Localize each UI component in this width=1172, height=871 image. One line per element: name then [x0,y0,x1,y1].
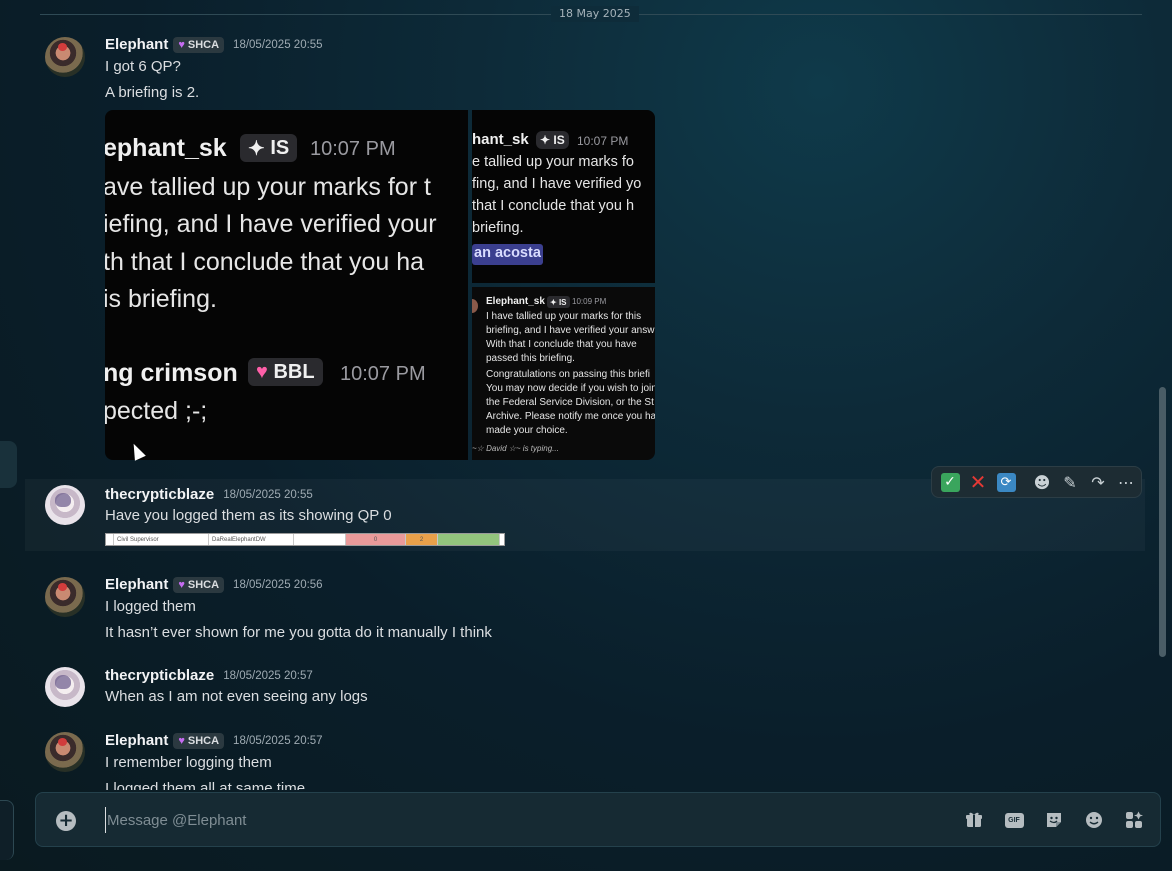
message[interactable]: thecrypticblaze 18/05/2025 20:57 When as… [25,666,1145,712]
server-list-edge [0,441,17,488]
reply-icon[interactable]: ↷ [1084,468,1112,496]
avatar[interactable] [45,667,85,707]
check-icon[interactable]: ✓ [936,468,964,496]
emoji-icon[interactable]: ☻ [1028,468,1056,496]
message[interactable]: Elephant ♥ SHCA 18/05/2025 20:56 I logged… [25,575,1145,645]
image-timestamp: 10:09 PM [572,297,607,306]
date-divider-label: 18 May 2025 [551,6,639,22]
table-cell: Civil Supervisor [114,534,209,545]
add-attachment-icon[interactable]: + [56,811,76,831]
message-line: A briefing is 2. [105,84,200,101]
table-cell: DaRealElephantDW [209,534,294,545]
heart-icon: ♥ [178,578,185,591]
username[interactable]: thecrypticblaze [105,667,214,684]
image-timestamp: 10:07 PM [340,363,426,385]
guild-tag[interactable]: ♥ SHCA [173,576,225,593]
image-timestamp: 10:07 PM [577,134,629,148]
image-role-badge: ✦ IS [536,131,569,149]
avatar[interactable] [45,577,85,617]
scrollbar-thumb[interactable] [1159,387,1166,657]
edit-icon[interactable]: ✎ [1056,468,1084,496]
image-text-line: is briefing. [105,285,217,313]
attachment-image[interactable]: hant_sk ✦ IS 10:07 PM e tallied up your … [472,110,655,283]
image-text-line: ave tallied up your marks for t [105,173,431,201]
message-line: Have you logged them as its showing QP 0 [105,507,392,524]
avatar[interactable] [45,732,85,772]
more-icon[interactable]: ⋯ [1112,468,1140,496]
table-cell: 2 [406,534,438,545]
username[interactable]: thecrypticblaze [105,486,214,503]
image-text-line: the Federal Service Division, or the St [486,397,654,408]
image-username: Elephant_sk [486,296,545,307]
username[interactable]: Elephant [105,576,168,593]
sticker-icon[interactable] [1043,809,1065,831]
user-panel-edge [0,800,14,860]
heart-icon: ♥ [178,38,185,51]
image-text-line: e tallied up your marks fo [472,154,634,170]
guild-tag[interactable]: ♥ SHCA [173,732,225,749]
message-line: I logged them all at same time [105,780,306,790]
attachment-table-image[interactable]: Civil Supervisor DaRealElephantDW 0 2 [105,533,505,546]
gif-icon[interactable]: GIF [1003,809,1025,831]
timestamp: 18/05/2025 20:56 [233,578,323,591]
username[interactable]: Elephant [105,732,168,749]
image-text-line: Archive. Please notify me once you ha [486,411,655,422]
emoji-icon[interactable] [1083,809,1105,831]
image-text-line: passed this briefing. [486,353,575,364]
image-text-line: I have tallied up your marks for this [486,311,642,322]
avatar[interactable] [45,37,85,77]
attachment-image[interactable]: ephant_sk ✦ IS 10:07 PM ave tallied up y… [105,110,468,460]
apps-icon[interactable] [1123,809,1145,831]
guild-tag[interactable]: ♥ SHCA [173,36,225,53]
image-text-line: briefing, and I have verified your answ [486,325,655,336]
image-username: hant_sk [472,131,529,148]
image-text-line: With that I conclude that you have [486,339,637,350]
image-avatar [472,299,478,313]
image-text-line: pected ;-; [105,397,208,425]
message-line: It hasn’t ever shown for me you gotta do… [105,624,492,641]
image-role-badge: ♥ BBL [248,358,323,386]
image-username: ephant_sk [105,134,227,162]
typing-indicator: ~☆ David ☆~ is typing... [472,444,559,453]
message-composer: + GIF [35,792,1161,847]
image-username: ng crimson [105,359,238,387]
cross-icon[interactable]: ✕ [964,468,992,496]
message-actions-toolbar: ✓ ✕ ⟳ ☻ ✎ ↷ ⋯ [931,466,1142,498]
timestamp: 18/05/2025 20:55 [223,488,313,501]
image-text-line: iefing, and I have verified your [105,210,437,238]
avatar[interactable] [45,485,85,525]
image-text-line: th that I conclude that you ha [105,248,425,276]
username[interactable]: Elephant [105,36,168,53]
message-line: I got 6 QP? [105,58,181,75]
image-role-badge: ✦ IS [240,134,298,162]
repeat-icon[interactable]: ⟳ [992,468,1020,496]
image-text-line: fing, and I have verified yo [472,176,642,192]
image-text-line: that I conclude that you h [472,198,635,214]
image-text-line: Congratulations on passing this briefi [486,369,650,380]
image-text-line: You may now decide if you wish to join [486,383,655,394]
image-text-line: made your choice. [486,425,568,436]
message-line: I logged them [105,598,196,615]
image-role-badge: ✦ IS [547,296,570,308]
timestamp: 18/05/2025 20:57 [223,669,313,682]
message-line: When as I am not even seeing any logs [105,688,368,705]
attachment-image[interactable]: Elephant_sk ✦ IS 10:09 PM I have tallied… [472,287,655,460]
heart-icon: ♥ [178,734,185,747]
mention-chip: an acosta [472,244,543,265]
timestamp: 18/05/2025 20:55 [233,38,323,51]
table-cell: 0 [346,534,406,545]
gift-icon[interactable] [963,809,985,831]
message-line: I remember logging them [105,754,272,771]
image-text-line: briefing. [472,220,524,236]
message-input[interactable] [105,807,905,833]
timestamp: 18/05/2025 20:57 [233,734,323,747]
image-timestamp: 10:07 PM [310,138,396,160]
message[interactable]: Elephant ♥ SHCA 18/05/2025 20:57 I rememb… [25,731,1145,790]
